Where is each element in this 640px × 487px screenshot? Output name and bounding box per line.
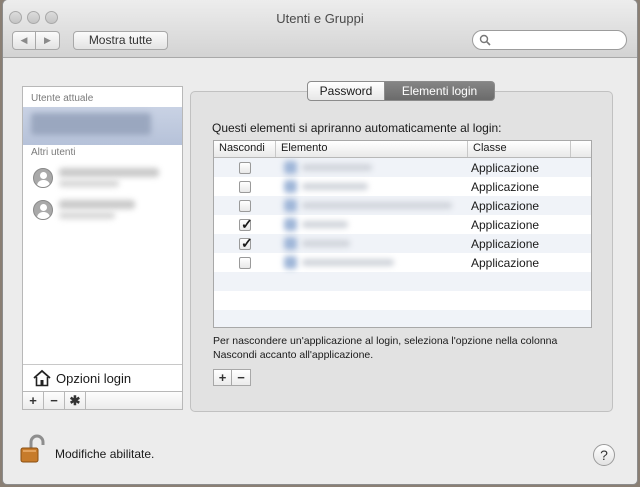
sidebar-toolbar: + − ✱	[22, 391, 183, 410]
forward-button[interactable]: ▶	[36, 31, 60, 50]
column-header-class[interactable]: Classe	[468, 141, 571, 157]
login-options-item[interactable]: Opzioni login	[23, 364, 182, 391]
item-cell	[276, 177, 468, 196]
nav-buttons: ◀ ▶	[12, 31, 60, 50]
app-icon-blurred	[284, 180, 297, 193]
current-user-name-blurred	[31, 113, 151, 135]
search-input[interactable]	[472, 30, 627, 50]
class-cell: Applicazione	[471, 217, 540, 232]
add-user-button[interactable]: +	[23, 392, 44, 409]
remove-login-item-button[interactable]: −	[232, 369, 251, 386]
login-items-heading: Questi elementi si apriranno automaticam…	[212, 121, 502, 135]
lock-icon[interactable]	[17, 433, 49, 468]
current-user-row[interactable]	[23, 107, 182, 145]
hide-checkbox[interactable]	[239, 180, 251, 193]
show-all-button[interactable]: Mostra tutte	[73, 31, 168, 50]
class-cell: Applicazione	[471, 179, 540, 194]
users-sidebar: Utente attuale Altri utenti Opzioni logi…	[22, 86, 183, 410]
current-user-title: Utente attuale	[31, 93, 94, 104]
app-name-blurred	[302, 240, 350, 247]
app-icon-blurred	[284, 161, 297, 174]
user-role-blurred	[59, 212, 115, 219]
app-icon-blurred	[284, 218, 297, 231]
class-cell: Applicazione	[471, 255, 540, 270]
chevron-left-icon: ◀	[20, 35, 28, 45]
table-header: Nascondi Elemento Classe	[214, 141, 591, 158]
hide-cell: ✓	[214, 234, 276, 251]
table-row[interactable]: Applicazione	[214, 196, 591, 215]
back-button[interactable]: ◀	[12, 31, 36, 50]
table-row[interactable]: Applicazione	[214, 253, 591, 272]
column-header-hide[interactable]: Nascondi	[214, 141, 276, 157]
hide-cell	[214, 161, 276, 174]
hide-checkbox[interactable]	[239, 161, 251, 174]
item-cell	[276, 253, 468, 272]
tab-login-items[interactable]: Elementi login	[385, 81, 495, 101]
window-title: Utenti e Gruppi	[276, 11, 364, 26]
column-header-filler	[571, 141, 591, 157]
avatar	[33, 200, 53, 220]
empty-row	[214, 310, 591, 327]
user-role-blurred	[59, 180, 119, 187]
app-name-blurred	[302, 183, 368, 190]
login-options-label: Opzioni login	[56, 370, 132, 386]
titlebar: Utenti e Gruppi ◀ ▶ Mostra tutte	[3, 0, 637, 58]
class-cell: Applicazione	[471, 160, 540, 175]
table-row[interactable]: Applicazione	[214, 158, 591, 177]
app-icon-blurred	[284, 256, 297, 269]
hide-checkbox[interactable]	[239, 199, 251, 212]
column-header-item[interactable]: Elemento	[276, 141, 468, 157]
class-cell: Applicazione	[471, 198, 540, 213]
tab-bar: Password Elementi login	[307, 81, 495, 101]
avatar	[33, 168, 53, 188]
class-cell: Applicazione	[471, 236, 540, 251]
table-row[interactable]: ✓ Applicazione	[214, 234, 591, 253]
lock-status-text: Modifiche abilitate.	[55, 447, 155, 461]
login-items-table: Nascondi Elemento Classe Applicazione App…	[213, 140, 592, 328]
user-row[interactable]	[23, 195, 182, 225]
hide-cell	[214, 256, 276, 269]
app-icon-blurred	[284, 237, 297, 250]
app-name-blurred	[302, 259, 394, 266]
app-name-blurred	[302, 202, 452, 209]
remove-user-button[interactable]: −	[44, 392, 65, 409]
user-name-blurred	[59, 168, 159, 177]
user-row[interactable]	[23, 163, 182, 193]
tab-password[interactable]: Password	[307, 81, 385, 101]
item-cell	[276, 234, 468, 253]
other-users-title: Altri utenti	[31, 147, 76, 158]
hide-checkbox[interactable]: ✓	[239, 215, 253, 232]
hide-checkbox[interactable]	[239, 256, 251, 269]
table-body: Applicazione Applicazione Applicazione ✓ App…	[214, 158, 591, 327]
home-icon	[32, 369, 52, 387]
app-name-blurred	[302, 221, 348, 228]
hide-cell	[214, 180, 276, 193]
empty-row	[214, 272, 591, 291]
search-icon	[479, 34, 491, 49]
item-cell	[276, 196, 468, 215]
item-cell	[276, 215, 468, 234]
login-items-buttons: + −	[213, 369, 251, 386]
hide-checkbox[interactable]: ✓	[239, 234, 253, 251]
empty-row	[214, 291, 591, 310]
checkmark-icon: ✓	[241, 234, 253, 251]
add-login-item-button[interactable]: +	[213, 369, 232, 386]
chevron-right-icon: ▶	[44, 35, 51, 45]
hide-cell: ✓	[214, 215, 276, 232]
gear-icon: ✱	[69, 392, 81, 408]
item-cell	[276, 158, 468, 177]
table-row[interactable]: Applicazione	[214, 177, 591, 196]
hide-cell	[214, 199, 276, 212]
user-name-blurred	[59, 200, 135, 209]
checkmark-icon: ✓	[241, 215, 253, 232]
help-button[interactable]: ?	[593, 444, 615, 466]
table-row[interactable]: ✓ Applicazione	[214, 215, 591, 234]
action-menu-button[interactable]: ✱	[65, 392, 86, 409]
hint-text: Per nascondere un'applicazione al login,…	[213, 335, 558, 361]
app-icon-blurred	[284, 199, 297, 212]
app-name-blurred	[302, 164, 372, 171]
